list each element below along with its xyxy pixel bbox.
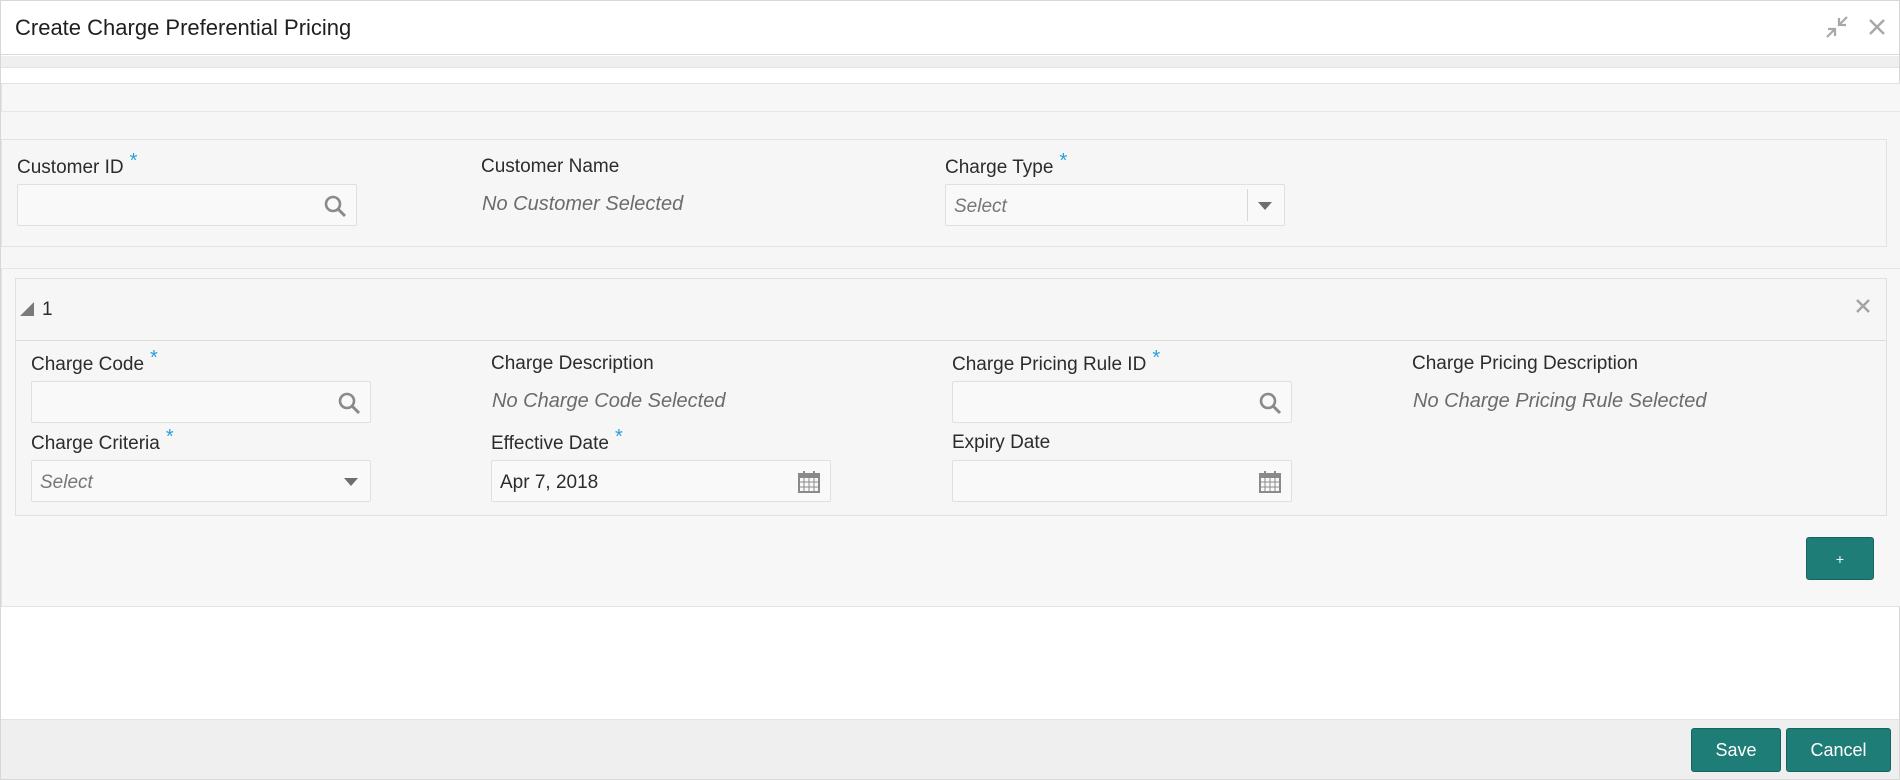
effective-date-label: Effective Date * — [491, 426, 623, 454]
customer-id-label: Customer ID * — [17, 150, 138, 178]
charge-row-header: 1 — [16, 279, 1886, 341]
customer-name-value: No Customer Selected — [482, 193, 684, 215]
search-icon[interactable] — [322, 193, 348, 219]
add-row-button[interactable]: + — [1806, 537, 1874, 580]
collapse-arrows-icon[interactable] — [1825, 15, 1849, 39]
toolbar-strip — [1, 56, 1899, 68]
search-icon[interactable] — [1257, 390, 1283, 416]
charge-criteria-select[interactable]: Select — [31, 460, 371, 502]
calendar-icon[interactable] — [1257, 469, 1283, 495]
search-icon[interactable] — [336, 390, 362, 416]
remove-row-icon[interactable] — [1852, 295, 1874, 317]
save-button[interactable]: Save — [1691, 728, 1781, 772]
charge-description-label: Charge Description — [491, 353, 654, 374]
calendar-icon[interactable] — [796, 469, 822, 495]
charge-code-label: Charge Code * — [31, 347, 158, 375]
cancel-button[interactable]: Cancel — [1786, 728, 1891, 772]
charge-row-panel: 1 Charge Code * Charge Description No Cha… — [15, 278, 1887, 516]
customer-section: Customer ID * Customer Name No Customer S… — [1, 139, 1887, 247]
close-icon[interactable] — [1865, 15, 1889, 39]
charge-description-value: No Charge Code Selected — [492, 390, 726, 412]
charge-pricing-rule-id-input[interactable] — [952, 381, 1292, 423]
title-bar: Create Charge Preferential Pricing — [1, 1, 1899, 55]
customer-id-input[interactable] — [17, 184, 357, 226]
charge-criteria-label: Charge Criteria * — [31, 426, 174, 454]
row-number: 1 — [42, 299, 53, 320]
expiry-date-label: Expiry Date — [952, 432, 1051, 453]
effective-date-input[interactable]: Apr 7, 2018 — [491, 460, 831, 502]
chevron-down-icon[interactable] — [344, 478, 358, 486]
charge-pricing-description-label: Charge Pricing Description — [1412, 353, 1638, 374]
charge-code-input[interactable] — [31, 381, 371, 423]
dialog-footer: Save Cancel — [1, 719, 1899, 779]
charge-pricing-description-value: No Charge Pricing Rule Selected — [1413, 390, 1707, 412]
dialog-title: Create Charge Preferential Pricing — [15, 15, 352, 40]
charge-pricing-rule-id-label: Charge Pricing Rule ID * — [952, 347, 1161, 375]
charge-type-label: Charge Type * — [945, 150, 1068, 178]
chevron-down-icon[interactable] — [1258, 202, 1272, 210]
expiry-date-input[interactable] — [952, 460, 1292, 502]
collapse-triangle-icon[interactable] — [20, 302, 34, 316]
dialog-window: Create Charge Preferential Pricing Custo… — [0, 0, 1900, 780]
charge-type-select[interactable]: Select — [945, 184, 1285, 226]
customer-name-label: Customer Name — [481, 156, 620, 177]
